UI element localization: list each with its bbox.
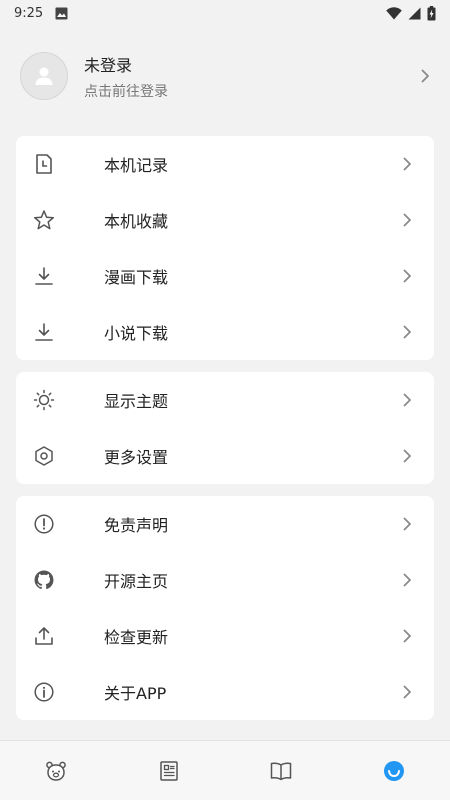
history-file-icon [32,152,56,176]
download-icon [32,320,56,344]
menu-item-label: 更多设置 [104,448,169,467]
chevron-right-icon [398,629,412,643]
menu-item-label: 本机记录 [104,156,169,175]
chevron-right-icon [398,213,412,227]
menu-group-settings: 显示主题 更多设置 [16,372,434,484]
chevron-right-icon [398,449,412,463]
status-bar: 9:25 [0,0,450,26]
image-notification-icon [55,7,68,20]
wifi-icon [386,6,402,20]
hexagon-settings-icon [32,444,56,468]
menu-item-label: 免责声明 [104,516,169,535]
chevron-right-icon [398,517,412,531]
nav-tab-profile[interactable] [364,746,424,796]
info-circle-icon [32,680,56,704]
menu-item-local-favorites[interactable]: 本机收藏 [16,192,434,248]
github-icon [32,568,56,592]
upload-icon [32,624,56,648]
menu-item-label: 关于APP [104,684,167,703]
chevron-right-icon [398,393,412,407]
menu-item-local-history[interactable]: 本机记录 [16,136,434,192]
nav-tab-comics[interactable] [26,746,86,796]
user-name: 未登录 [84,55,133,75]
cell-signal-icon [408,7,421,20]
menu-item-more-settings[interactable]: 更多设置 [16,428,434,484]
screen: 9:25 未登录 点击前往登录 本机记录 本机收藏 漫画下载 小说下载 显示主题… [0,0,450,800]
menu-item-label: 小说下载 [104,324,169,343]
avatar [20,52,68,100]
menu-item-check-update[interactable]: 检查更新 [16,608,434,664]
status-time: 9:25 [14,5,44,21]
menu-item-comic-download[interactable]: 漫画下载 [16,248,434,304]
chevron-right-icon [398,685,412,699]
list-icon [160,760,178,781]
chevron-right-icon [398,573,412,587]
person-icon [35,67,53,85]
menu-group-local: 本机记录 本机收藏 漫画下载 小说下载 [16,136,434,360]
nav-tab-novels[interactable] [139,746,199,796]
smile-icon [383,760,404,781]
user-subtitle: 点击前往登录 [84,83,168,100]
menu-item-novel-download[interactable]: 小说下载 [16,304,434,360]
menu-item-label: 检查更新 [104,628,169,647]
login-prompt[interactable]: 未登录 点击前往登录 [0,42,450,110]
alert-circle-icon [32,512,56,536]
battery-charging-icon [427,5,436,21]
chevron-right-icon [398,325,412,339]
menu-item-disclaimer[interactable]: 免责声明 [16,496,434,552]
menu-item-open-source[interactable]: 开源主页 [16,552,434,608]
download-icon [32,264,56,288]
menu-group-about: 免责声明 开源主页 检查更新 关于APP [16,496,434,720]
menu-item-label: 本机收藏 [104,212,169,231]
nav-tab-bookshelf[interactable] [251,746,311,796]
bear-icon [46,761,67,781]
chevron-right-icon [398,157,412,171]
book-open-icon [271,762,292,780]
menu-item-label: 显示主题 [104,392,169,411]
bottom-nav [0,740,450,800]
menu-item-about-app[interactable]: 关于APP [16,664,434,720]
menu-item-theme[interactable]: 显示主题 [16,372,434,428]
star-icon [32,208,56,232]
menu-item-label: 漫画下载 [104,268,169,287]
sun-icon [32,388,56,412]
menu-item-label: 开源主页 [104,572,169,591]
chevron-right-icon [410,69,430,83]
chevron-right-icon [398,269,412,283]
